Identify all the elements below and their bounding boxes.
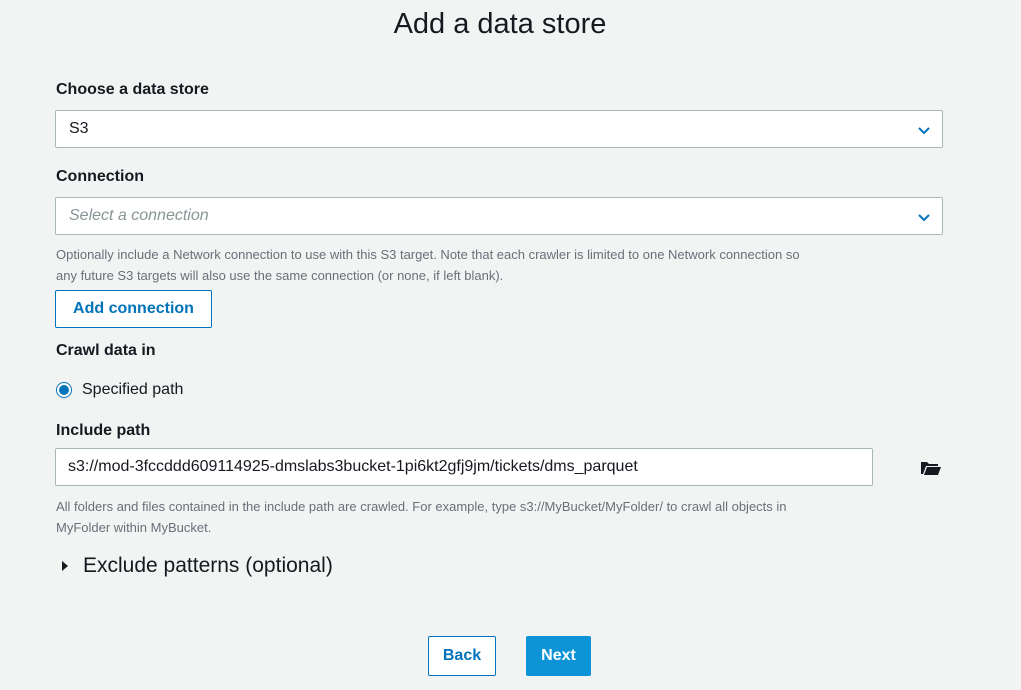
connection-help-line-1: Optionally include a Network connection … <box>56 247 800 262</box>
radio-button-checked[interactable] <box>56 382 72 398</box>
data-store-selected-value: S3 <box>69 120 89 137</box>
include-path-help-text: All folders and files contained in the i… <box>56 496 946 538</box>
include-path-help-line-2: MyFolder within MyBucket. <box>56 520 212 535</box>
include-path-help-line-1: All folders and files contained in the i… <box>56 499 787 514</box>
folder-open-icon[interactable] <box>920 460 942 476</box>
connection-help-text: Optionally include a Network connection … <box>56 244 946 286</box>
page-title: Add a data store <box>393 8 607 40</box>
include-path-label: Include path <box>56 422 151 439</box>
chevron-down-icon <box>918 127 930 135</box>
next-button[interactable]: Next <box>526 636 591 676</box>
connection-label: Connection <box>56 168 144 185</box>
caret-right-icon <box>62 561 68 571</box>
exclude-patterns-label: Exclude patterns (optional) <box>83 554 333 577</box>
include-path-input[interactable] <box>55 448 873 486</box>
add-connection-button[interactable]: Add connection <box>55 290 212 328</box>
exclude-patterns-expander[interactable]: Exclude patterns (optional) <box>62 554 333 578</box>
data-store-select[interactable]: S3 <box>55 110 943 148</box>
specified-path-radio-option[interactable]: Specified path <box>56 378 183 402</box>
connection-help-line-2: any future S3 targets will also use the … <box>56 268 504 283</box>
connection-placeholder: Select a connection <box>69 207 209 224</box>
connection-select[interactable]: Select a connection <box>55 197 943 235</box>
add-data-store-page: Add a data store Choose a data store S3 … <box>0 0 1021 690</box>
back-button[interactable]: Back <box>428 636 496 676</box>
chevron-down-icon <box>918 214 930 222</box>
crawl-data-label: Crawl data in <box>56 342 156 359</box>
data-store-label: Choose a data store <box>56 81 209 98</box>
specified-path-label: Specified path <box>82 381 184 398</box>
